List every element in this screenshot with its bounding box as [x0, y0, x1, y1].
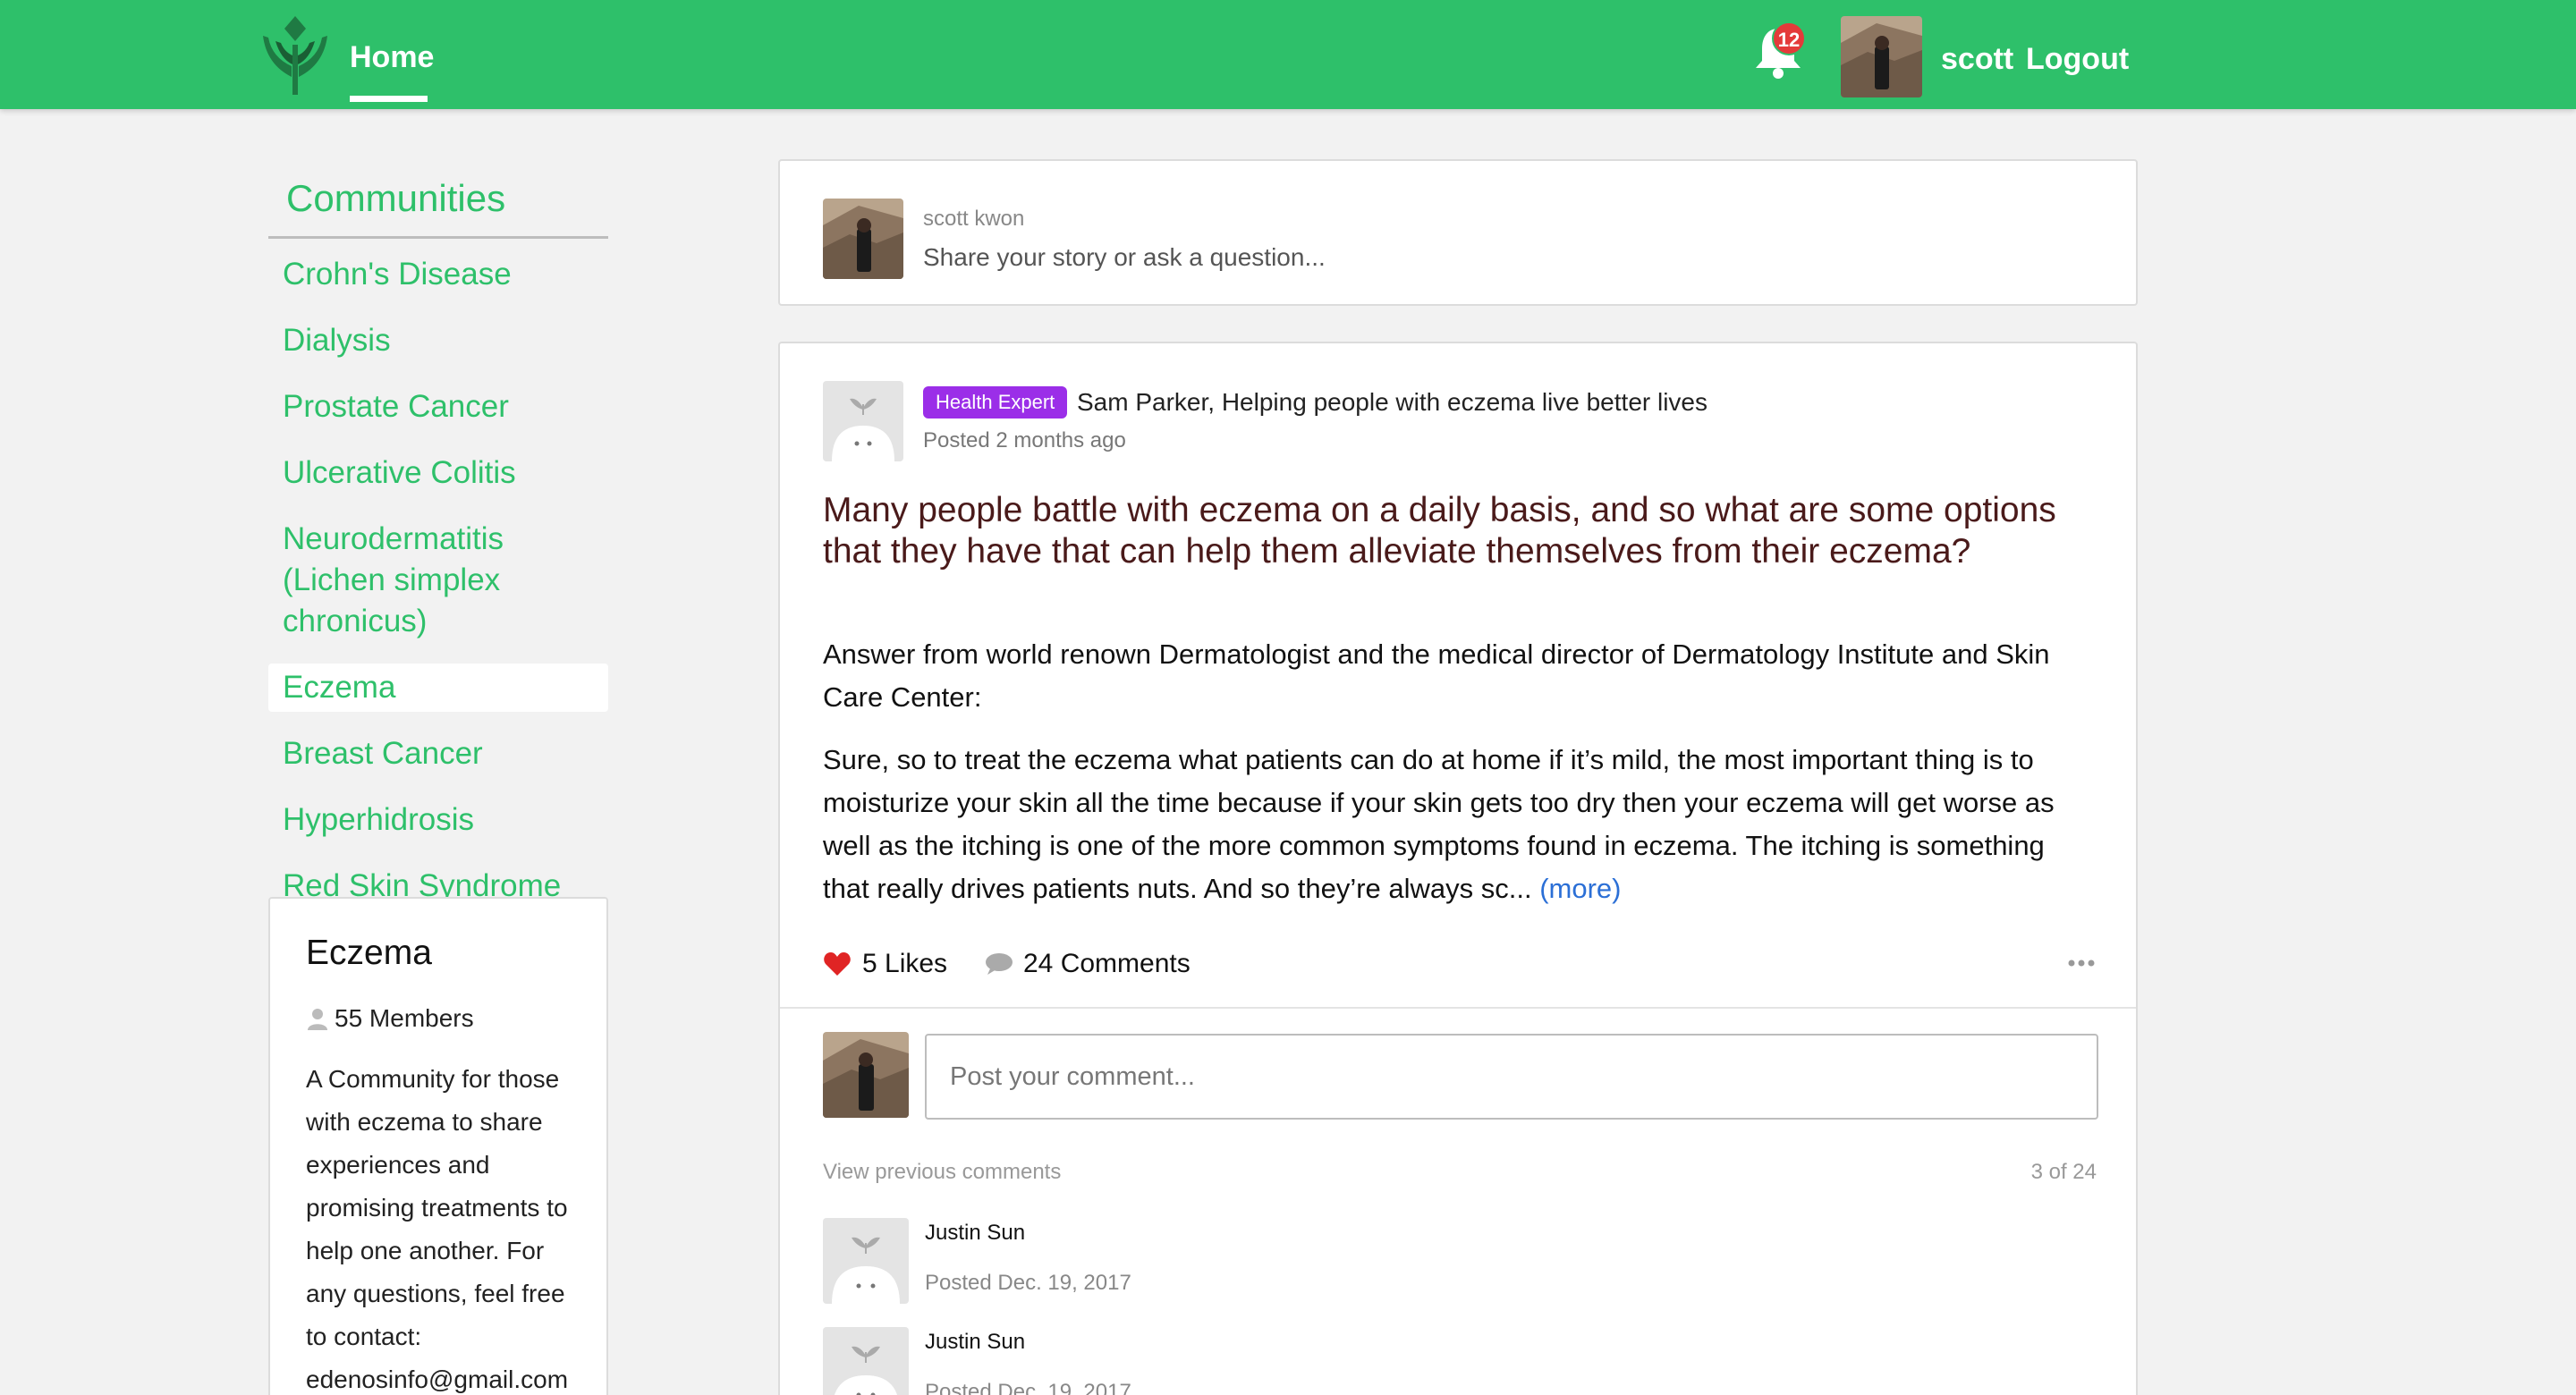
- post-title[interactable]: Many people battle with eczema on a dail…: [823, 490, 2075, 572]
- comment-item: Justin Sun Posted Dec. 19, 2017: [823, 1327, 2075, 1395]
- comment-author[interactable]: Justin Sun: [925, 1329, 1025, 1356]
- active-tab-indicator: [350, 96, 428, 102]
- avatar-photo: [823, 199, 903, 279]
- comment-item: Justin Sun Posted Dec. 19, 2017: [823, 1218, 2075, 1316]
- community-about-card: Eczema 55 Members A Community for those …: [268, 897, 608, 1395]
- notification-count-badge[interactable]: 12: [1772, 21, 1806, 55]
- sidebar-item-hyperhidrosis[interactable]: Hyperhidrosis: [268, 796, 608, 844]
- post-timestamp: Posted 2 months ago: [923, 428, 1126, 452]
- user-icon: [308, 1009, 327, 1030]
- community-description: A Community for those with eczema to sha…: [306, 1065, 569, 1393]
- post-card: Health Expert Sam Parker, Helping people…: [778, 342, 2138, 1395]
- member-count: 55 Members: [306, 1002, 571, 1035]
- avatar: [823, 199, 903, 279]
- sidebar-item-neurodermatitis[interactable]: Neurodermatitis (Lichen simplex chronicu…: [268, 515, 537, 646]
- post-body-text: Sure, so to treat the eczema what patien…: [823, 744, 2055, 904]
- sidebar-item-ulcerative-colitis[interactable]: Ulcerative Colitis: [268, 449, 608, 497]
- sprout-logo-icon[interactable]: [259, 14, 331, 97]
- divider: [780, 1007, 2136, 1009]
- top-navigation-bar: Home 12 scott Logout: [0, 0, 2576, 109]
- post-intro: Answer from world renown Dermatologist a…: [823, 638, 2050, 713]
- health-expert-badge: Health Expert: [923, 386, 1068, 418]
- speech-bubble-icon: [986, 953, 1013, 975]
- compose-post-card[interactable]: scott kwon Share your story or ask a que…: [778, 159, 2138, 306]
- post-author[interactable]: Sam Parker, Helping people with eczema l…: [1077, 386, 1707, 418]
- comments-count: 24 Comments: [1023, 949, 1191, 978]
- default-avatar-icon: [823, 1218, 909, 1304]
- post-actions: 5 Likes 24 Comments: [823, 944, 2097, 984]
- read-more-link[interactable]: (more): [1539, 873, 1621, 904]
- communities-heading: Communities: [286, 177, 506, 219]
- user-avatar[interactable]: [1841, 16, 1922, 97]
- community-name: Eczema: [306, 934, 432, 972]
- sidebar-item-eczema[interactable]: Eczema: [268, 664, 608, 712]
- community-list: Crohn's Disease Dialysis Prostate Cancer…: [268, 250, 608, 928]
- avatar: [823, 1032, 909, 1118]
- default-avatar-icon: [823, 381, 903, 461]
- more-dots-icon[interactable]: [2066, 948, 2097, 978]
- home-nav-link[interactable]: Home: [350, 36, 434, 79]
- logout-link[interactable]: Logout: [2026, 39, 2129, 79]
- compose-prompt[interactable]: Share your story or ask a question...: [923, 241, 1326, 274]
- post-body: Sure, so to treat the eczema what patien…: [823, 739, 2093, 910]
- comment-pager: 3 of 24: [2030, 1160, 2097, 1184]
- username-label[interactable]: scott: [1941, 39, 2013, 79]
- sidebar-item-prostate-cancer[interactable]: Prostate Cancer: [268, 383, 608, 431]
- divider: [268, 236, 608, 239]
- comments-button[interactable]: 24 Comments: [984, 944, 1191, 984]
- comment-timestamp: Posted Dec. 19, 2017: [925, 1271, 1131, 1295]
- avatar-photo: [823, 1032, 909, 1118]
- compose-author-name: scott kwon: [923, 207, 1025, 231]
- sidebar-item-crohns-disease[interactable]: Crohn's Disease: [268, 250, 608, 299]
- sidebar-item-breast-cancer[interactable]: Breast Cancer: [268, 730, 608, 778]
- sidebar-item-dialysis[interactable]: Dialysis: [268, 317, 608, 365]
- comment-timestamp: Posted Dec. 19, 2017: [925, 1380, 1131, 1395]
- default-avatar-icon: [823, 1327, 909, 1395]
- likes-count: 5 Likes: [862, 949, 948, 978]
- view-previous-comments-link[interactable]: View previous comments: [823, 1159, 1061, 1186]
- avatar-photo: [1841, 16, 1922, 97]
- heart-icon: [824, 952, 851, 976]
- member-count-label: 55 Members: [335, 1004, 474, 1032]
- comment-author[interactable]: Justin Sun: [925, 1220, 1025, 1247]
- comment-input[interactable]: [925, 1034, 2098, 1120]
- like-button[interactable]: 5 Likes: [823, 944, 947, 984]
